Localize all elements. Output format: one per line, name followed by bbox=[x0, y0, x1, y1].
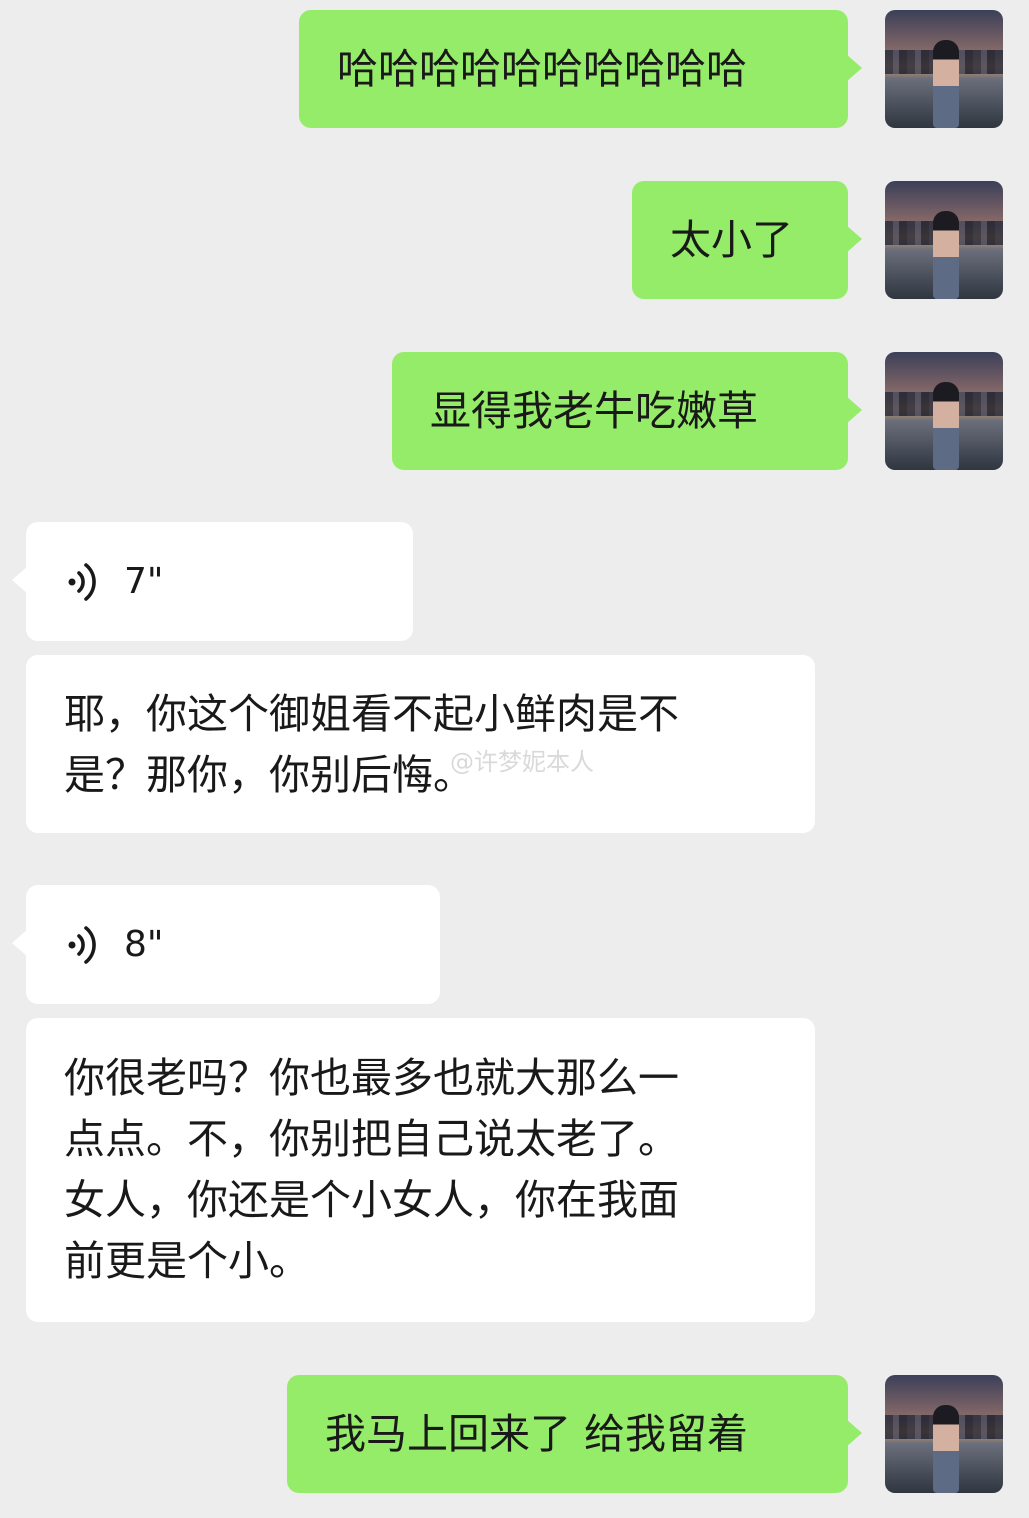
message-text: 哈哈哈哈哈哈哈哈哈哈 bbox=[337, 45, 747, 93]
watermark: @许梦妮本人 bbox=[450, 748, 594, 776]
voice-message-1[interactable]: 7" bbox=[12, 522, 413, 641]
voice-message-2[interactable]: 8" bbox=[12, 885, 440, 1004]
message-outgoing-1[interactable]: 哈哈哈哈哈哈哈哈哈哈 bbox=[299, 10, 862, 128]
message-incoming-1[interactable]: 耶，你这个御姐看不起小鲜肉是不 是？那你，你别后悔。 bbox=[26, 655, 815, 833]
message-text: 显得我老牛吃嫩草 bbox=[430, 387, 758, 435]
message-line: 是？那你，你别后悔。 bbox=[64, 751, 474, 799]
message-text: 我马上回来了 给我留着 bbox=[325, 1410, 749, 1458]
avatar[interactable] bbox=[885, 181, 1003, 299]
message-outgoing-4[interactable]: 我马上回来了 给我留着 bbox=[287, 1375, 862, 1493]
message-text: 太小了 bbox=[670, 216, 793, 264]
message-line: 你很老吗？你也最多也就大那么一 bbox=[64, 1054, 679, 1102]
avatar[interactable] bbox=[885, 10, 1003, 128]
avatar[interactable] bbox=[885, 1375, 1003, 1493]
message-line: 女人，你还是个小女人，你在我面 bbox=[64, 1176, 679, 1224]
message-incoming-2[interactable]: 你很老吗？你也最多也就大那么一 点点。不，你别把自己说太老了。 女人，你还是个小… bbox=[26, 1018, 815, 1322]
message-line: 耶，你这个御姐看不起小鲜肉是不 bbox=[64, 690, 679, 738]
message-outgoing-3[interactable]: 显得我老牛吃嫩草 bbox=[392, 352, 862, 470]
voice-wave-icon bbox=[68, 563, 96, 601]
message-line: 点点。不，你别把自己说太老了。 bbox=[64, 1115, 679, 1163]
avatar[interactable] bbox=[885, 352, 1003, 470]
voice-duration: 7" bbox=[124, 561, 164, 602]
message-outgoing-2[interactable]: 太小了 bbox=[632, 181, 862, 299]
voice-duration: 8" bbox=[124, 924, 164, 965]
message-line: 前更是个小。 bbox=[64, 1237, 310, 1285]
voice-wave-icon bbox=[68, 926, 96, 964]
